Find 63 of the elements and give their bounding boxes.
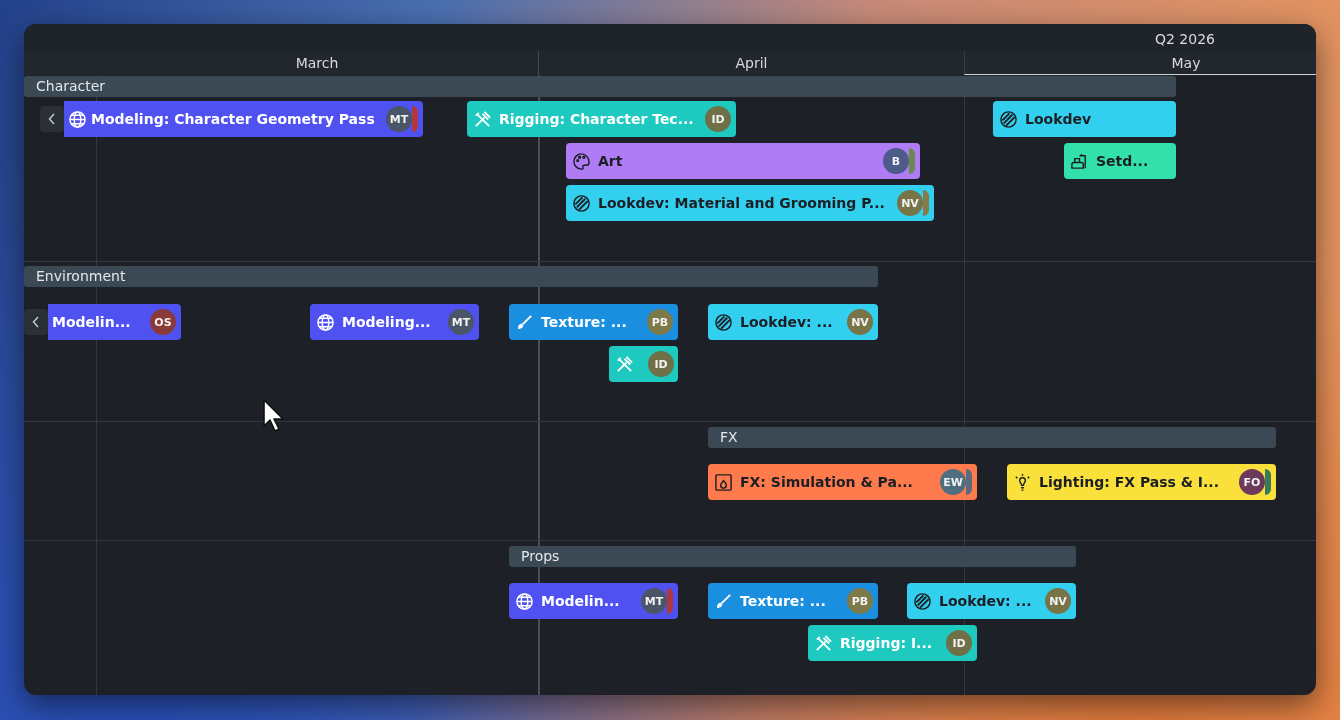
- task-bar[interactable]: ID: [609, 346, 678, 382]
- lightbulb-icon: [1013, 472, 1032, 492]
- flame-icon: [714, 472, 733, 492]
- scroll-left-button[interactable]: [24, 309, 48, 335]
- quarter-label: Q2 2026: [1154, 30, 1216, 49]
- task-bar[interactable]: Texture: ... PB: [708, 583, 878, 619]
- tools-icon: [473, 109, 492, 129]
- month-label: March: [294, 54, 340, 73]
- furniture-icon: [1070, 151, 1089, 171]
- group-header[interactable]: Environment: [24, 266, 878, 287]
- group-header[interactable]: FX: [708, 427, 1276, 448]
- user-avatar[interactable]: OS: [150, 309, 176, 335]
- user-avatar[interactable]: MT: [386, 106, 412, 132]
- user-avatar[interactable]: [1265, 469, 1271, 495]
- user-avatar[interactable]: MT: [641, 588, 667, 614]
- user-avatar[interactable]: [923, 190, 929, 216]
- month-label: April: [538, 51, 964, 75]
- striped-circle-icon: [999, 109, 1018, 129]
- user-avatar[interactable]: FO: [1239, 469, 1265, 495]
- task-bar[interactable]: Modelin... OS: [48, 304, 181, 340]
- user-avatar[interactable]: ID: [648, 351, 674, 377]
- striped-circle-icon: [572, 193, 591, 213]
- task-bar[interactable]: Lookdev: ... NV: [907, 583, 1076, 619]
- task-bar[interactable]: Lighting: FX Pass & I... FO: [1007, 464, 1276, 500]
- user-avatar[interactable]: NV: [847, 309, 873, 335]
- task-bar[interactable]: Art B: [566, 143, 920, 179]
- chevron-left-icon: [32, 316, 40, 328]
- task-bar[interactable]: Modelin... MT: [509, 583, 678, 619]
- user-avatar[interactable]: ID: [946, 630, 972, 656]
- brush-icon: [515, 312, 534, 332]
- chevron-left-icon: [48, 113, 56, 125]
- striped-circle-icon: [714, 312, 733, 332]
- task-bar[interactable]: Rigging: I... ID: [808, 625, 977, 661]
- user-avatar[interactable]: PB: [647, 309, 673, 335]
- task-bar[interactable]: Lookdev: Material and Grooming P... NV: [566, 185, 934, 221]
- user-avatar[interactable]: ID: [705, 106, 731, 132]
- palette-icon: [572, 151, 591, 171]
- task-bar[interactable]: Setd...: [1064, 143, 1176, 179]
- task-bar[interactable]: Modeling... MT: [310, 304, 479, 340]
- user-avatar[interactable]: NV: [897, 190, 923, 216]
- task-bar[interactable]: Lookdev: [993, 101, 1176, 137]
- striped-circle-icon: [913, 591, 932, 611]
- user-avatar[interactable]: NV: [1045, 588, 1071, 614]
- task-bar[interactable]: Texture: ... PB: [509, 304, 678, 340]
- month-label: May: [964, 51, 1316, 75]
- user-avatar[interactable]: EW: [940, 469, 966, 495]
- task-bar[interactable]: Lookdev: ... NV: [708, 304, 878, 340]
- user-avatar[interactable]: PB: [847, 588, 873, 614]
- tools-icon: [615, 354, 634, 374]
- tools-icon: [814, 633, 833, 653]
- globe-icon: [68, 109, 87, 129]
- task-bar[interactable]: Rigging: Character Tec... ID: [467, 101, 736, 137]
- group-header[interactable]: Props: [509, 546, 1076, 567]
- brush-icon: [714, 591, 733, 611]
- task-bar[interactable]: FX: Simulation & Pa... EW: [708, 464, 977, 500]
- group-header[interactable]: Character: [24, 76, 1176, 97]
- user-avatar[interactable]: MT: [448, 309, 474, 335]
- user-avatar[interactable]: [966, 469, 972, 495]
- globe-icon: [316, 312, 335, 332]
- scroll-left-button[interactable]: [40, 106, 64, 132]
- globe-icon: [515, 591, 534, 611]
- task-bar[interactable]: Modeling: Character Geometry Pass MT: [64, 101, 423, 137]
- user-avatar[interactable]: B: [883, 148, 909, 174]
